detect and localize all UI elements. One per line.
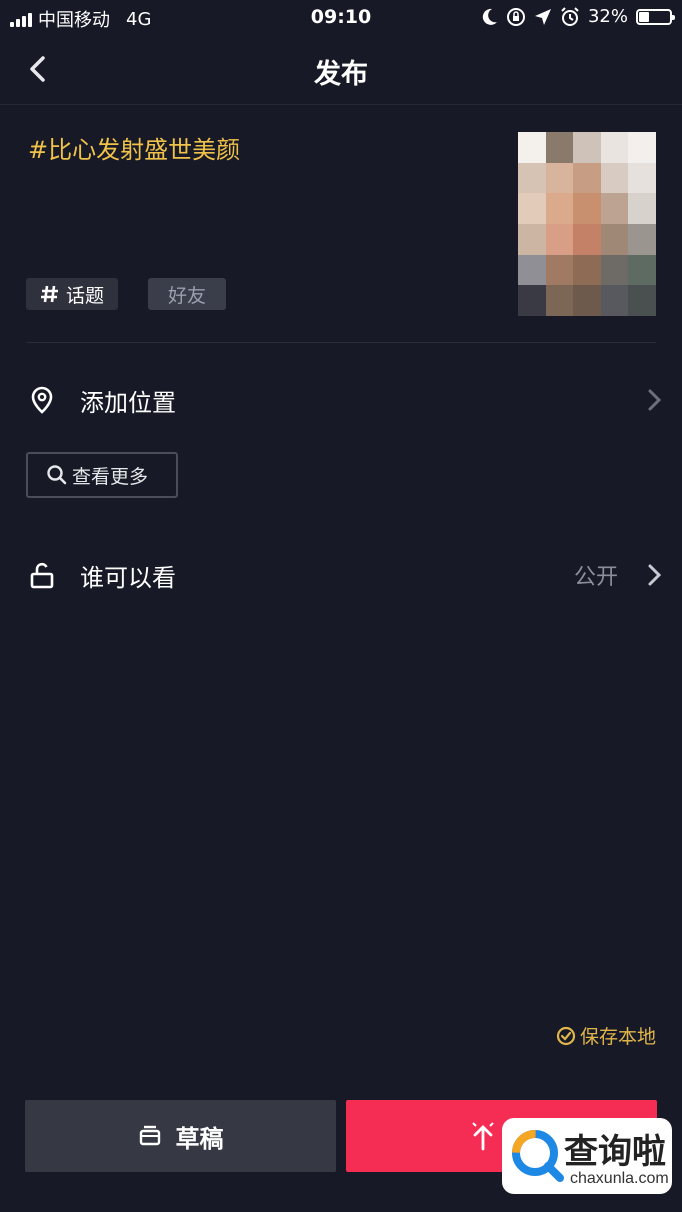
upload-arrow-icon (471, 1122, 494, 1151)
visibility-value: 公开 (573, 565, 618, 590)
add-location-label: 添加位置 (80, 388, 176, 417)
add-location-row[interactable]: 添加位置 (0, 370, 682, 430)
unlock-icon (30, 562, 54, 589)
battery-icon (636, 8, 675, 25)
video-cover-thumbnail[interactable] (518, 132, 656, 316)
see-more-label: 查看更多 (72, 465, 149, 488)
status-bar: 中国移动 4G 09:10 32% (0, 0, 682, 36)
chevron-right-icon (648, 564, 662, 586)
chevron-right-icon (648, 389, 662, 411)
battery-percent: 32% (587, 6, 628, 27)
draft-button[interactable]: 草稿 (25, 1100, 336, 1172)
visibility-row[interactable]: 谁可以看 公开 (0, 545, 682, 605)
page-title: 发布 (314, 59, 368, 90)
visibility-label: 谁可以看 (80, 563, 176, 592)
save-local-label: 保存本地 (579, 1026, 656, 1048)
location-arrow-icon (534, 8, 551, 25)
hashtag-icon (41, 285, 58, 303)
check-circle-icon (556, 1026, 576, 1045)
alarm-icon (561, 6, 579, 26)
topic-chip[interactable]: 话题 (26, 278, 119, 310)
friend-chip[interactable]: 好友 (148, 278, 227, 310)
save-local-toggle[interactable]: 保存本地 (556, 1022, 656, 1049)
draft-button-label: 草稿 (175, 1124, 224, 1153)
caption-text[interactable]: #比心发射盛世美颜 (28, 130, 240, 165)
nav-bar: 发布 (0, 36, 682, 105)
divider (26, 342, 656, 343)
friend-chip-label: 好友 (168, 284, 207, 307)
see-more-button[interactable]: 查看更多 (26, 452, 178, 498)
moon-icon (482, 8, 497, 25)
rotation-lock-icon (506, 7, 525, 26)
topic-chip-label: 话题 (66, 284, 105, 307)
draft-box-icon (139, 1125, 160, 1146)
location-pin-icon (31, 386, 53, 414)
magnifier-logo-icon (512, 1130, 564, 1182)
watermark-url: chaxunla.com (570, 1170, 669, 1187)
site-watermark: 查询啦 chaxunla.com (502, 1118, 672, 1194)
watermark-text: 查询啦 (564, 1132, 666, 1172)
search-icon (47, 465, 67, 485)
